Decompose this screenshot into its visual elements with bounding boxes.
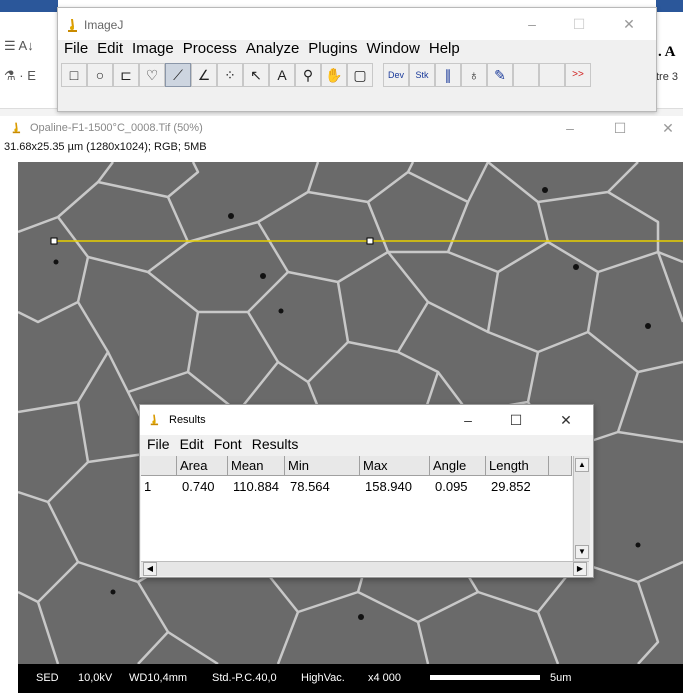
rectangle-tool-icon[interactable]: □ [61, 63, 87, 87]
toolbar-spacer [373, 63, 381, 87]
results-menu-font[interactable]: Font [214, 436, 242, 452]
column-header-mean[interactable]: Mean [228, 456, 285, 476]
dev-menu-icon[interactable]: Dev [383, 63, 409, 87]
results-menubar: File Edit Font Results [147, 436, 308, 452]
image-info-text: 31.68x25.35 µm (1280x1024); RGB; 5MB [4, 141, 207, 153]
background-app-tools: ☰ A↓ ⚗ · E [0, 34, 58, 104]
line-tool-icon[interactable]: ⟋ [165, 63, 191, 87]
cell-angle[interactable]: 0.095 [432, 478, 468, 496]
column-header-blank [549, 456, 572, 476]
sem-vacuum: HighVac. [301, 672, 345, 684]
menu-image[interactable]: Image [132, 40, 174, 57]
menu-analyze[interactable]: Analyze [246, 40, 299, 57]
stk-menu-icon[interactable]: Stk [409, 63, 435, 87]
more-tools-icon[interactable]: >> [565, 63, 591, 87]
cell-index[interactable]: 1 [141, 478, 151, 496]
sem-magnification: x4 000 [368, 672, 402, 684]
flood-fill-icon[interactable]: ♁ [461, 63, 487, 87]
polygon-tool-icon[interactable]: ⊏ [113, 63, 139, 87]
results-maximize-button[interactable]: ☐ [506, 410, 526, 430]
column-header-area[interactable]: Area [177, 456, 228, 476]
blank-tool-icon-2[interactable] [539, 63, 565, 87]
imagej-menubar: File Edit Image Process Analyze Plugins Window… [64, 40, 469, 60]
hand-tool-icon[interactable]: ✋ [321, 63, 347, 87]
results-title: Results [169, 414, 206, 426]
background-app-titlebar [0, 0, 58, 12]
menu-edit[interactable]: Edit [97, 40, 123, 57]
results-titlebar[interactable]: Results – ☐ ✕ [140, 405, 593, 435]
maximize-button[interactable]: ☐ [569, 14, 589, 34]
background-app-titlebar-right [656, 0, 683, 12]
sem-std: Std.-P.C.40,0 [212, 672, 277, 684]
results-horizontal-scrollbar[interactable]: ◀ ▶ [141, 561, 589, 576]
results-table[interactable]: Area Mean Min Max Angle Length 1 0.740 1… [141, 456, 572, 561]
scroll-down-icon[interactable]: ▼ [575, 545, 589, 559]
imagej-status-bar [58, 94, 656, 110]
background-doc-text-2: tre 3 [656, 71, 679, 83]
results-minimize-button[interactable]: – [458, 410, 478, 430]
imagej-window: ImageJ – ☐ ✕ File Edit Image Process Analyze… [57, 7, 657, 112]
cell-max[interactable]: 158.940 [362, 478, 412, 496]
cell-area[interactable]: 0.740 [179, 478, 215, 496]
microscope-icon [68, 19, 77, 32]
menu-window[interactable]: Window [367, 40, 420, 57]
results-menu-file[interactable]: File [147, 436, 170, 452]
point-tool-icon[interactable]: ⁘ [217, 63, 243, 87]
microscope-icon [12, 122, 21, 134]
column-header-max[interactable]: Max [360, 456, 430, 476]
image-minimize-button[interactable]: – [560, 118, 580, 138]
menu-help[interactable]: Help [429, 40, 460, 57]
scroll-up-icon[interactable]: ▲ [575, 458, 589, 472]
background-doc-text: . A [658, 44, 676, 60]
column-header-min[interactable]: Min [285, 456, 360, 476]
imagej-title: ImageJ [84, 18, 124, 32]
scroll-right-icon[interactable]: ▶ [573, 562, 587, 576]
results-close-button[interactable]: ✕ [556, 410, 576, 430]
color-picker-icon[interactable]: ▢ [347, 63, 373, 87]
column-header-angle[interactable]: Angle [430, 456, 486, 476]
sem-detector: SED [36, 672, 59, 684]
microscope-icon [150, 414, 159, 426]
oval-tool-icon[interactable]: ○ [87, 63, 113, 87]
pencil-tool-icon[interactable]: ✎ [487, 63, 513, 87]
imagej-titlebar[interactable]: ImageJ – ☐ ✕ [58, 8, 656, 40]
brush-tool-icon[interactable]: ∥ [435, 63, 461, 87]
sem-working-distance: WD10,4mm [129, 672, 188, 684]
background-tool-2: ⚗ · E [4, 68, 36, 83]
image-close-button[interactable]: ✕ [658, 118, 678, 138]
results-vertical-scrollbar[interactable]: ▲ ▼ [573, 456, 590, 561]
column-header-length[interactable]: Length [486, 456, 549, 476]
angle-tool-icon[interactable]: ∠ [191, 63, 217, 87]
image-maximize-button[interactable]: ☐ [610, 118, 630, 138]
image-titlebar[interactable]: Opaline-F1-1500°C_0008.Tif (50%) – ☐ ✕ [0, 116, 683, 138]
menu-file[interactable]: File [64, 40, 88, 57]
close-button[interactable]: ✕ [619, 14, 639, 34]
menu-plugins[interactable]: Plugins [308, 40, 357, 57]
cell-mean[interactable]: 110.884 [230, 478, 279, 496]
magnifier-tool-icon[interactable]: ⚲ [295, 63, 321, 87]
scroll-left-icon[interactable]: ◀ [143, 562, 157, 576]
menu-process[interactable]: Process [183, 40, 237, 57]
image-title: Opaline-F1-1500°C_0008.Tif (50%) [30, 122, 203, 134]
results-menu-edit[interactable]: Edit [180, 436, 204, 452]
results-window: Results – ☐ ✕ File Edit Font Results Area M… [139, 404, 594, 578]
freehand-tool-icon[interactable]: ♡ [139, 63, 165, 87]
wand-tool-icon[interactable]: ↖ [243, 63, 269, 87]
text-tool-icon[interactable]: A [269, 63, 295, 87]
cell-min[interactable]: 78.564 [287, 478, 330, 496]
sem-voltage: 10,0kV [78, 672, 113, 684]
results-menu-results[interactable]: Results [252, 436, 299, 452]
scale-bar [430, 675, 540, 680]
minimize-button[interactable]: – [522, 14, 542, 34]
sem-databar: SED 10,0kV WD10,4mm Std.-P.C.40,0 HighVa… [18, 664, 683, 693]
column-header-index[interactable] [141, 456, 177, 476]
cell-length[interactable]: 29.852 [488, 478, 531, 496]
blank-tool-icon-1[interactable] [513, 63, 539, 87]
scale-bar-label: 5um [550, 672, 572, 684]
background-tool-1: ☰ A↓ [4, 38, 34, 53]
